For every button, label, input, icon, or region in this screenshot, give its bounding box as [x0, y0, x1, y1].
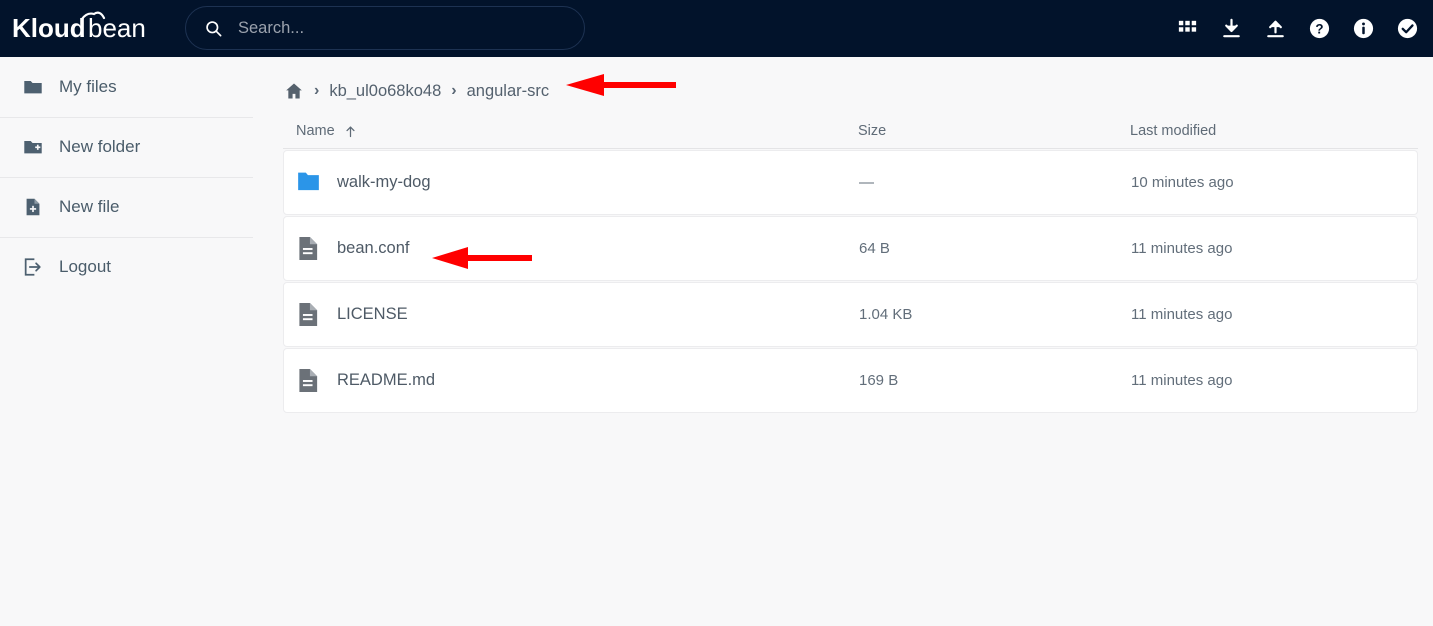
file-table: Name Size Last modified walk-my-dog — 10…: [283, 114, 1418, 413]
column-header-last-modified[interactable]: Last modified: [1130, 123, 1418, 139]
file-modified-cell: 11 minutes ago: [1131, 240, 1233, 257]
file-name-cell: README.md: [284, 367, 859, 394]
logout-icon: [24, 258, 41, 276]
main-content: › kb_ul0o68ko48 › angular-src Name Size …: [253, 57, 1433, 626]
search-input[interactable]: [238, 18, 558, 38]
breadcrumb-separator-1: ›: [314, 82, 320, 99]
file-size-cell: 64 B: [859, 240, 890, 257]
apps-grid-icon[interactable]: [1176, 17, 1199, 40]
sidebar-item-logout[interactable]: Logout: [0, 237, 253, 297]
sort-ascending-arrow-icon: [346, 126, 355, 137]
table-row[interactable]: bean.conf 64 B 11 minutes ago: [283, 216, 1418, 281]
file-name-cell: walk-my-dog: [284, 169, 859, 196]
upload-icon[interactable]: [1264, 17, 1287, 40]
file-name-cell: LICENSE: [284, 301, 859, 328]
download-icon[interactable]: [1220, 17, 1243, 40]
breadcrumb-item-1[interactable]: angular-src: [467, 82, 550, 101]
table-row[interactable]: LICENSE 1.04 KB 11 minutes ago: [283, 282, 1418, 347]
column-header-size[interactable]: Size: [858, 123, 1130, 139]
file-modified-cell: 10 minutes ago: [1131, 174, 1234, 191]
file-size-cell: 1.04 KB: [859, 306, 913, 323]
breadcrumb-item-0[interactable]: kb_ul0o68ko48: [329, 82, 441, 101]
table-header-row: Name Size Last modified: [283, 114, 1418, 149]
svg-text:?: ?: [1315, 21, 1323, 36]
breadcrumb-separator-2: ›: [451, 82, 457, 99]
column-header-name-label: Name: [296, 123, 335, 139]
search-icon: [206, 20, 222, 36]
file-modified-cell: 11 minutes ago: [1131, 372, 1233, 389]
file-name-cell: bean.conf: [284, 235, 859, 262]
file-modified-cell: 11 minutes ago: [1131, 306, 1233, 323]
search-box[interactable]: [185, 6, 585, 50]
folder-plus-icon: [24, 141, 42, 154]
top-navigation-bar: Kloud bean Search... ?: [0, 0, 1433, 57]
sidebar: My files New folder New file Logout: [0, 57, 253, 626]
sidebar-item-new-folder[interactable]: New folder: [0, 117, 253, 177]
sidebar-label-new-file: New file: [59, 197, 120, 216]
file-name-label: bean.conf: [337, 239, 410, 257]
column-header-name[interactable]: Name: [283, 123, 858, 139]
file-name-label: walk-my-dog: [337, 173, 431, 191]
check-circle-icon[interactable]: [1396, 17, 1419, 40]
sidebar-label-my-files: My files: [59, 77, 117, 96]
sidebar-label-new-folder: New folder: [59, 137, 141, 156]
file-name-label: README.md: [337, 371, 436, 389]
folder-icon: [298, 172, 319, 191]
table-row[interactable]: README.md 169 B 11 minutes ago: [283, 348, 1418, 413]
file-icon: [299, 303, 318, 326]
file-plus-icon: [26, 198, 40, 216]
file-size-cell: 169 B: [859, 372, 899, 389]
logo-text-bold: Kloud: [12, 13, 86, 43]
folder-icon: [24, 81, 42, 94]
info-circle-icon[interactable]: [1352, 17, 1375, 40]
file-icon: [299, 369, 318, 392]
sidebar-item-new-file[interactable]: New file: [0, 177, 253, 237]
sidebar-item-my-files[interactable]: My files: [0, 57, 253, 117]
file-icon: [299, 237, 318, 260]
logo-text-light: bean: [88, 13, 146, 43]
breadcrumb: › kb_ul0o68ko48 › angular-src: [284, 72, 549, 110]
kloudbean-logo[interactable]: Kloud bean: [12, 11, 172, 45]
home-icon[interactable]: [284, 81, 304, 101]
file-name-label: LICENSE: [337, 305, 408, 323]
help-circle-icon[interactable]: ?: [1308, 17, 1331, 40]
file-size-cell: —: [859, 174, 874, 191]
sidebar-label-logout: Logout: [59, 257, 111, 276]
top-bar-actions: ?: [1176, 0, 1419, 57]
table-row[interactable]: walk-my-dog — 10 minutes ago: [283, 150, 1418, 215]
